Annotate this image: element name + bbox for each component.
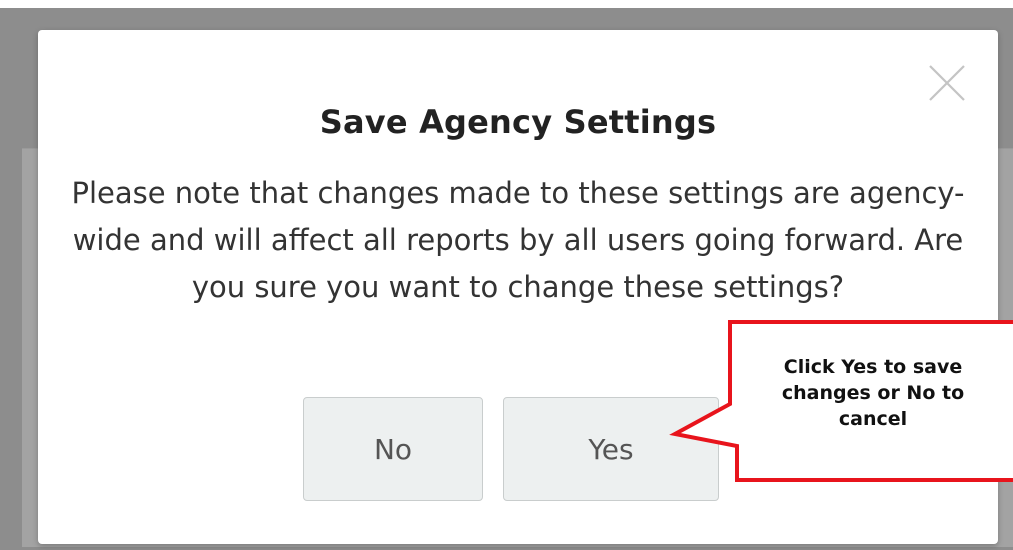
close-icon[interactable]: [926, 62, 968, 104]
yes-button[interactable]: Yes: [503, 397, 719, 501]
no-button[interactable]: No: [303, 397, 483, 501]
save-settings-dialog: Save Agency Settings Please note that ch…: [38, 30, 998, 544]
dialog-message: Please note that changes made to these s…: [71, 176, 965, 304]
page-top-strip: [0, 0, 1013, 8]
dialog-title: Save Agency Settings: [319, 103, 717, 141]
